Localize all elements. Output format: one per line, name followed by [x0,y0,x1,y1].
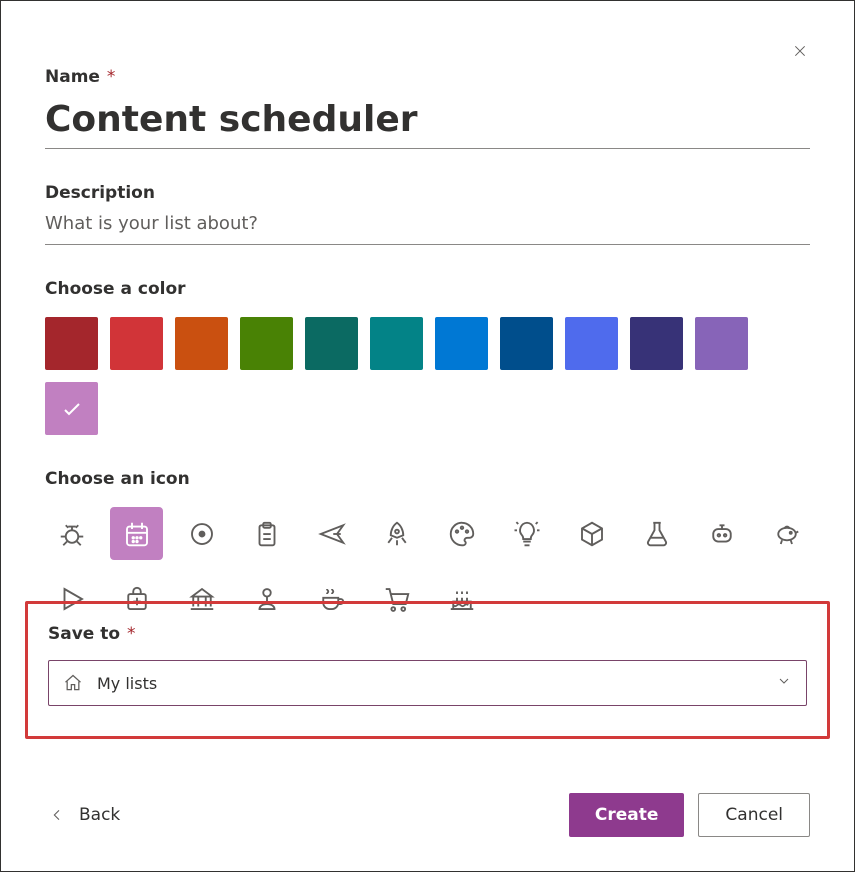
create-button[interactable]: Create [569,793,685,837]
check-icon [60,397,84,421]
description-label: Description [45,183,810,203]
back-button[interactable]: Back [45,799,124,831]
create-list-dialog: Name * Description Choose a color Choose… [0,0,855,872]
lightbulb-icon [512,519,542,549]
dialog-body: Name * Description Choose a color Choose… [1,1,854,625]
chevron-down-icon [776,673,792,693]
description-field: Description [45,183,810,245]
required-star: * [107,67,116,87]
color-swatch-red[interactable] [110,317,163,370]
close-button[interactable] [786,37,814,65]
required-star: * [127,624,136,644]
back-label: Back [79,805,120,825]
bug-icon [57,519,87,549]
save-to-highlight: Save to * My lists [25,601,830,739]
description-input[interactable] [45,203,810,245]
icon-option-cube[interactable] [565,507,618,560]
color-label: Choose a color [45,279,810,299]
close-icon [792,42,808,60]
save-to-label: Save to * [48,624,807,644]
icon-option-piggybank[interactable] [760,507,813,560]
name-label: Name * [45,67,810,87]
color-swatch-dark-green[interactable] [305,317,358,370]
airplane-icon [317,519,347,549]
icon-label: Choose an icon [45,469,810,489]
clipboard-icon [252,519,282,549]
save-to-dropdown[interactable]: My lists [48,660,807,706]
color-swatch-navy[interactable] [630,317,683,370]
icon-option-target[interactable] [175,507,228,560]
color-swatch-green[interactable] [240,317,293,370]
color-swatch-orange[interactable] [175,317,228,370]
name-field: Name * [45,67,810,149]
dialog-footer: Back Create Cancel [45,793,810,837]
home-icon [63,673,83,693]
palette-icon [447,519,477,549]
icon-option-lightbulb[interactable] [500,507,553,560]
color-swatches [45,317,810,435]
cube-icon [577,519,607,549]
color-section: Choose a color [45,279,810,435]
color-swatch-periwinkle[interactable] [565,317,618,370]
icon-option-calendar[interactable] [110,507,163,560]
icon-option-palette[interactable] [435,507,488,560]
beaker-icon [642,519,672,549]
name-input[interactable] [45,87,810,149]
color-swatch-pink[interactable] [45,382,98,435]
icon-option-airplane[interactable] [305,507,358,560]
color-swatch-teal[interactable] [370,317,423,370]
piggybank-icon [772,519,802,549]
target-icon [187,519,217,549]
robot-icon [707,519,737,549]
color-swatch-dark-blue[interactable] [500,317,553,370]
icon-option-robot[interactable] [695,507,748,560]
chevron-left-icon [49,807,65,823]
color-swatch-blue[interactable] [435,317,488,370]
rocket-icon [382,519,412,549]
save-to-value: My lists [97,674,157,693]
icon-option-beaker[interactable] [630,507,683,560]
color-swatch-dark-red[interactable] [45,317,98,370]
icon-option-clipboard[interactable] [240,507,293,560]
cancel-button[interactable]: Cancel [698,793,810,837]
icon-option-bug[interactable] [45,507,98,560]
icon-option-rocket[interactable] [370,507,423,560]
calendar-icon [122,519,152,549]
color-swatch-purple[interactable] [695,317,748,370]
